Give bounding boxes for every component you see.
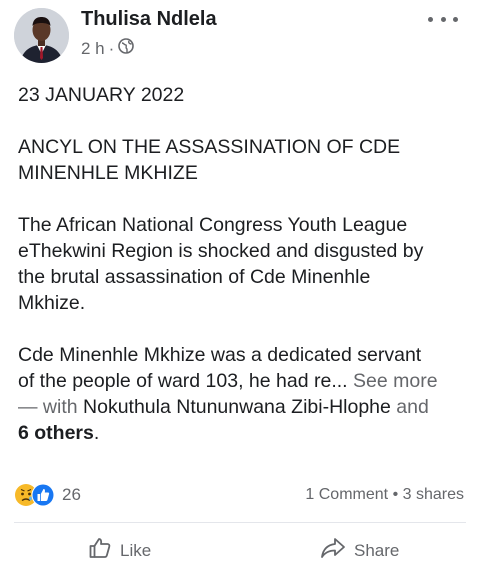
post-headline: ANCYL ON THE ASSASSINATION OF CDE MINENH… bbox=[18, 134, 470, 186]
paragraph-line: the brutal assassination of Cde Minenhle bbox=[18, 266, 371, 288]
reaction-icons bbox=[15, 483, 55, 507]
post-actions: Like Share bbox=[0, 536, 480, 568]
paragraph-line: Mkhize. bbox=[18, 292, 86, 314]
thumbs-up-icon bbox=[88, 536, 112, 565]
post-date: 23 JANUARY 2022 bbox=[18, 84, 185, 106]
more-options-icon[interactable] bbox=[428, 12, 458, 26]
share-button[interactable]: Share bbox=[320, 536, 399, 565]
period: . bbox=[93, 422, 100, 444]
profile-photo bbox=[14, 8, 69, 63]
others-link[interactable]: 6 others bbox=[18, 422, 94, 444]
divider bbox=[14, 522, 466, 523]
post-time[interactable]: 2 h bbox=[81, 39, 105, 59]
engagement-stats: 1 Comment • 3 shares bbox=[305, 486, 464, 504]
tagged-user-link[interactable]: Nokuthula Ntununwana Zibi-Hlophe bbox=[83, 396, 391, 418]
paragraph-line: The African National Congress Youth Leag… bbox=[18, 214, 408, 236]
headline-line: ANCYL ON THE ASSASSINATION OF CDE bbox=[18, 136, 401, 158]
post-meta: 2 h · bbox=[81, 38, 135, 59]
reaction-count: 26 bbox=[62, 485, 81, 504]
reactions-summary[interactable]: 26 bbox=[14, 482, 81, 508]
shares-count[interactable]: 3 shares bbox=[403, 486, 464, 503]
see-more-link[interactable]: See more bbox=[353, 370, 438, 392]
globe-icon[interactable] bbox=[118, 38, 135, 59]
comments-count[interactable]: 1 Comment bbox=[305, 486, 388, 503]
post-body: 23 JANUARY 2022 ANCYL ON THE ASSASSINATI… bbox=[18, 82, 470, 472]
and-text: and bbox=[390, 396, 429, 418]
headline-line: MINENHLE MKHIZE bbox=[18, 162, 198, 184]
post-header: Thulisa Ndlela 2 h · bbox=[0, 0, 480, 70]
paragraph-line: of the people of ward 103, he had re... bbox=[18, 370, 353, 392]
like-reaction-icon bbox=[31, 483, 55, 507]
share-icon bbox=[320, 536, 346, 565]
share-label: Share bbox=[354, 540, 400, 560]
with-text: — with bbox=[18, 396, 84, 418]
paragraph-line: eThekwini Region is shocked and disguste… bbox=[18, 240, 424, 262]
like-label: Like bbox=[120, 540, 152, 560]
avatar[interactable] bbox=[14, 8, 69, 63]
meta-separator: · bbox=[108, 38, 115, 58]
paragraph-line: Cde Minenhle Mkhize was a dedicated serv… bbox=[18, 344, 422, 366]
post-paragraph-1: The African National Congress Youth Leag… bbox=[18, 212, 470, 316]
like-button[interactable]: Like bbox=[88, 536, 151, 565]
stats-separator: • bbox=[392, 486, 399, 503]
author-name[interactable]: Thulisa Ndlela bbox=[81, 8, 217, 31]
post-paragraph-2: Cde Minenhle Mkhize was a dedicated serv… bbox=[18, 342, 470, 446]
